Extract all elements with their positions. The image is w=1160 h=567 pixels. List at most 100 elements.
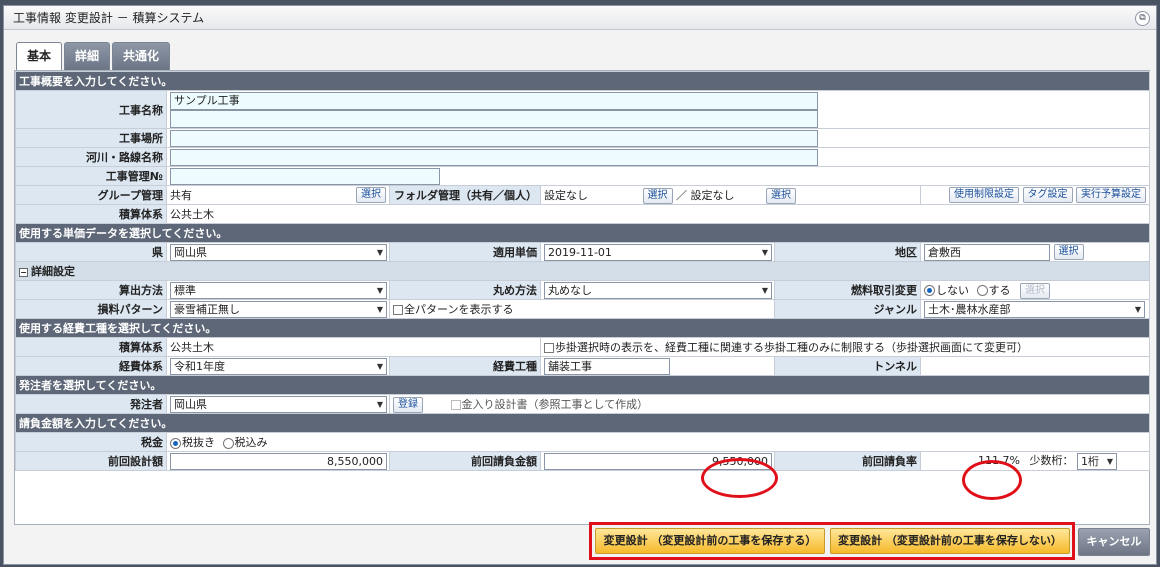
prev-contract-input[interactable]: 9,550,000 bbox=[544, 452, 772, 470]
label-construction-name: 工事名称 bbox=[15, 90, 167, 129]
section-expense: 使用する経費工種を選択してください。 bbox=[14, 318, 1151, 338]
tab-bar: 基本 詳細 共通化 bbox=[16, 42, 172, 71]
decimal-select[interactable]: 1桁 ▼ bbox=[1077, 452, 1117, 470]
label-area: 地区 bbox=[774, 242, 921, 262]
orderer-select-value: 岡山県 bbox=[174, 397, 207, 411]
loss-pattern-select-value: 豪雪補正無し bbox=[174, 302, 240, 316]
section-detail-label: 詳細設定 bbox=[31, 265, 75, 278]
dropdown-arrow-icon: ▼ bbox=[1106, 456, 1113, 466]
show-all-label: 全パターンを表示する bbox=[404, 303, 514, 316]
exec-budget-button[interactable]: 実行予算設定 bbox=[1076, 187, 1147, 203]
tax-incl-radio[interactable] bbox=[222, 437, 234, 449]
expense-estimate-value: 公共土木 bbox=[166, 337, 541, 357]
folder-select-button-2[interactable]: 選択 bbox=[766, 187, 796, 204]
genre-select[interactable]: 土木･農林水産部 ▼ bbox=[924, 300, 1145, 318]
dropdown-arrow-icon: ▼ bbox=[761, 285, 768, 295]
section-detail[interactable]: − 詳細設定 bbox=[14, 261, 1151, 281]
decimal-label: 少数桁： bbox=[1029, 454, 1074, 468]
management-no-input[interactable] bbox=[170, 167, 440, 185]
label-management-no: 工事管理№ bbox=[15, 166, 167, 186]
orderer-register-button[interactable]: 登録 bbox=[393, 396, 423, 413]
label-calc-method: 算出方法 bbox=[15, 280, 167, 300]
group-select-button[interactable]: 選択 bbox=[356, 187, 386, 203]
estimate-system-value: 公共土木 bbox=[165, 204, 1151, 224]
prev-rate-display: 111.7% bbox=[924, 454, 1020, 467]
group-value: 共有 bbox=[170, 189, 192, 202]
folder-value-1: 設定なし bbox=[544, 188, 588, 202]
fuel-yes-radio[interactable] bbox=[976, 285, 988, 296]
expense-kind-input[interactable]: 舗装工事 bbox=[544, 357, 670, 375]
restore-icon[interactable]: ⧉ bbox=[1135, 11, 1150, 26]
label-prev-design: 前回設計額 bbox=[15, 451, 167, 471]
expense-system-select[interactable]: 令和1年度 ▼ bbox=[170, 357, 387, 375]
river-route-input[interactable] bbox=[170, 148, 818, 166]
prefecture-select-value: 岡山県 bbox=[174, 245, 207, 259]
cancel-button[interactable]: キャンセル bbox=[1078, 528, 1150, 556]
orderer-select[interactable]: 岡山県 ▼ bbox=[170, 395, 387, 413]
collapse-icon[interactable]: − bbox=[19, 267, 28, 277]
fuel-select-button[interactable]: 選択 bbox=[1020, 282, 1050, 299]
construction-name-input[interactable]: サンプル工事 bbox=[170, 91, 818, 110]
form-panel: 工事概要を入力してください。 工事名称 サンプル工事 工事場所 河川・路線名称 … bbox=[14, 70, 1151, 525]
genre-select-value: 土木･農林水産部 bbox=[928, 302, 1011, 316]
label-estimate-system: 積算体系 bbox=[15, 204, 167, 224]
expense-system-select-value: 令和1年度 bbox=[174, 359, 225, 373]
priced-doc-checkbox[interactable] bbox=[450, 399, 461, 410]
label-group: グループ管理 bbox=[15, 185, 167, 205]
use-limit-button[interactable]: 使用制限設定 bbox=[949, 187, 1020, 203]
label-orderer: 発注者 bbox=[15, 394, 167, 414]
area-select-button[interactable]: 選択 bbox=[1053, 244, 1084, 260]
dropdown-arrow-icon: ▼ bbox=[1134, 304, 1141, 314]
construction-place-input[interactable] bbox=[170, 129, 818, 147]
tab-common[interactable]: 共通化 bbox=[112, 42, 171, 70]
round-method-select-value: 丸めなし bbox=[548, 283, 592, 297]
step-limit-label: 歩掛選択時の表示を、経費工種に関連する歩掛工種のみに制限する（歩掛選択画面にて変… bbox=[555, 341, 1028, 354]
tab-basic[interactable]: 基本 bbox=[16, 42, 63, 71]
label-tax: 税金 bbox=[15, 432, 167, 452]
dialog-window: 工事情報 変更設計 － 積算システム ⧉ 基本 詳細 共通化 工事概要を入力して… bbox=[3, 5, 1157, 565]
folder-value-2: 設定なし bbox=[690, 188, 735, 202]
prev-rate-unit: % bbox=[1009, 454, 1020, 468]
priced-doc-label: 金入り設計書（参照工事として作成） bbox=[461, 397, 649, 411]
label-expense-system: 経費体系 bbox=[15, 356, 167, 376]
fuel-no-label: しない bbox=[936, 283, 969, 297]
show-all-checkbox[interactable] bbox=[393, 305, 403, 315]
label-prev-rate: 前回請負率 bbox=[774, 451, 921, 471]
highlight-box-buttons bbox=[589, 522, 1075, 560]
calc-method-select[interactable]: 標準 ▼ bbox=[170, 281, 387, 299]
round-method-select[interactable]: 丸めなし ▼ bbox=[544, 281, 772, 299]
label-loss-pattern: 損料パターン bbox=[15, 299, 167, 319]
dropdown-arrow-icon: ▼ bbox=[376, 399, 383, 409]
step-limit-checkbox[interactable] bbox=[544, 343, 554, 353]
fuel-yes-label: する bbox=[988, 283, 1011, 297]
loss-pattern-select[interactable]: 豪雪補正無し ▼ bbox=[170, 300, 387, 318]
section-unit-data: 使用する単価データを選択してください。 bbox=[14, 223, 1151, 243]
fuel-no-radio[interactable] bbox=[924, 285, 935, 296]
tab-detail[interactable]: 詳細 bbox=[64, 42, 111, 70]
title-bar: 工事情報 変更設計 － 積算システム ⧉ bbox=[4, 6, 1156, 30]
label-genre: ジャンル bbox=[774, 299, 921, 319]
prev-design-input[interactable]: 8,550,000 bbox=[170, 452, 387, 470]
tax-incl-label: 税込み bbox=[234, 436, 268, 449]
form-table: 工事概要を入力してください。 工事名称 サンプル工事 工事場所 河川・路線名称 … bbox=[14, 71, 1151, 471]
label-folder: フォルダ管理（共有／個人） bbox=[389, 185, 541, 205]
area-input[interactable]: 倉敷西 bbox=[924, 243, 1050, 261]
apply-unit-select[interactable]: 2019-11-01 ▼ bbox=[544, 243, 772, 261]
label-tunnel: トンネル bbox=[774, 356, 921, 376]
tax-excl-label: 税抜き bbox=[182, 436, 215, 449]
label-apply-unit: 適用単価 bbox=[389, 242, 541, 262]
construction-name-input-line2[interactable] bbox=[170, 109, 818, 128]
prev-rate-value: 111.7 bbox=[978, 454, 1010, 468]
dropdown-arrow-icon: ▼ bbox=[376, 285, 383, 295]
prefecture-select[interactable]: 岡山県 ▼ bbox=[170, 243, 387, 261]
dropdown-arrow-icon: ▼ bbox=[376, 361, 383, 371]
label-construction-place: 工事場所 bbox=[15, 128, 167, 148]
folder-select-button-1[interactable]: 選択 bbox=[642, 187, 673, 204]
label-expense-estimate: 積算体系 bbox=[15, 337, 167, 357]
section-contract: 請負金額を入力してください。 bbox=[14, 413, 1151, 433]
tax-excl-radio[interactable] bbox=[170, 437, 181, 449]
section-overview: 工事概要を入力してください。 bbox=[14, 71, 1151, 91]
tag-setting-button[interactable]: タグ設定 bbox=[1022, 187, 1073, 203]
folder-separator: ／ bbox=[676, 188, 687, 202]
label-prev-contract: 前回請負金額 bbox=[389, 451, 541, 471]
